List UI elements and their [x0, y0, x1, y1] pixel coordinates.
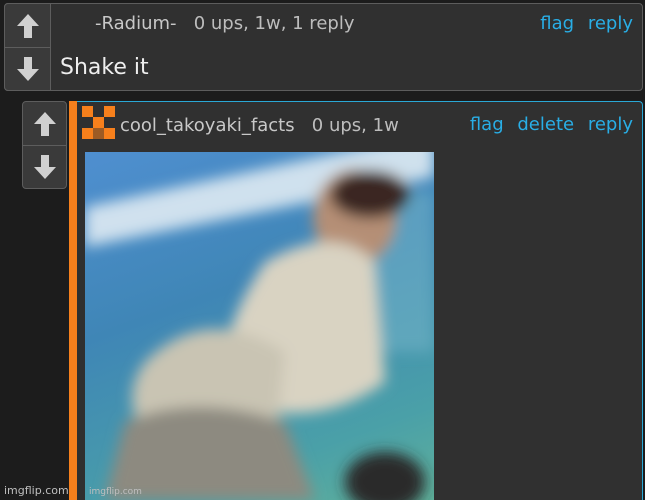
upvote-arrow-icon — [16, 13, 39, 38]
meme-picture — [85, 152, 434, 500]
upvote-button[interactable] — [5, 4, 50, 48]
page-watermark: imgflip.com — [4, 484, 69, 497]
comment-author[interactable]: -Radium- — [95, 13, 177, 34]
vote-box-radium — [4, 3, 51, 91]
downvote-button[interactable] — [5, 47, 50, 90]
reply-link[interactable]: reply — [588, 114, 633, 135]
downvote-arrow-icon — [33, 154, 56, 179]
vote-box-cool-takoyaki-facts — [22, 101, 67, 189]
image-watermark: imgflip.com — [89, 487, 142, 497]
comment-meta: cool_takoyaki_facts 0 ups, 1w — [120, 115, 399, 136]
user-avatar-icon[interactable] — [82, 106, 115, 139]
comment-stats: 0 ups, 1w, 1 reply — [193, 13, 355, 34]
delete-link[interactable]: delete — [517, 114, 574, 135]
upvote-arrow-icon — [33, 111, 56, 136]
upvote-button[interactable] — [23, 102, 66, 146]
flag-link[interactable]: flag — [470, 114, 504, 135]
flag-link[interactable]: flag — [540, 13, 574, 34]
downvote-button[interactable] — [23, 145, 66, 188]
downvote-arrow-icon — [16, 56, 39, 81]
reply-link[interactable]: reply — [588, 13, 633, 34]
comment-author[interactable]: cool_takoyaki_facts — [120, 115, 295, 136]
comment-actions: flag reply — [532, 13, 633, 34]
comment-meta: -Radium- 0 ups, 1w, 1 reply — [95, 13, 354, 34]
comment-stats: 0 ups, 1w — [311, 115, 399, 136]
comment-actions: flag delete reply — [462, 114, 633, 135]
own-comment-accent-bar — [69, 101, 77, 500]
comment-text: Shake it — [60, 55, 149, 80]
meme-image[interactable]: imgflip.com — [85, 152, 434, 500]
